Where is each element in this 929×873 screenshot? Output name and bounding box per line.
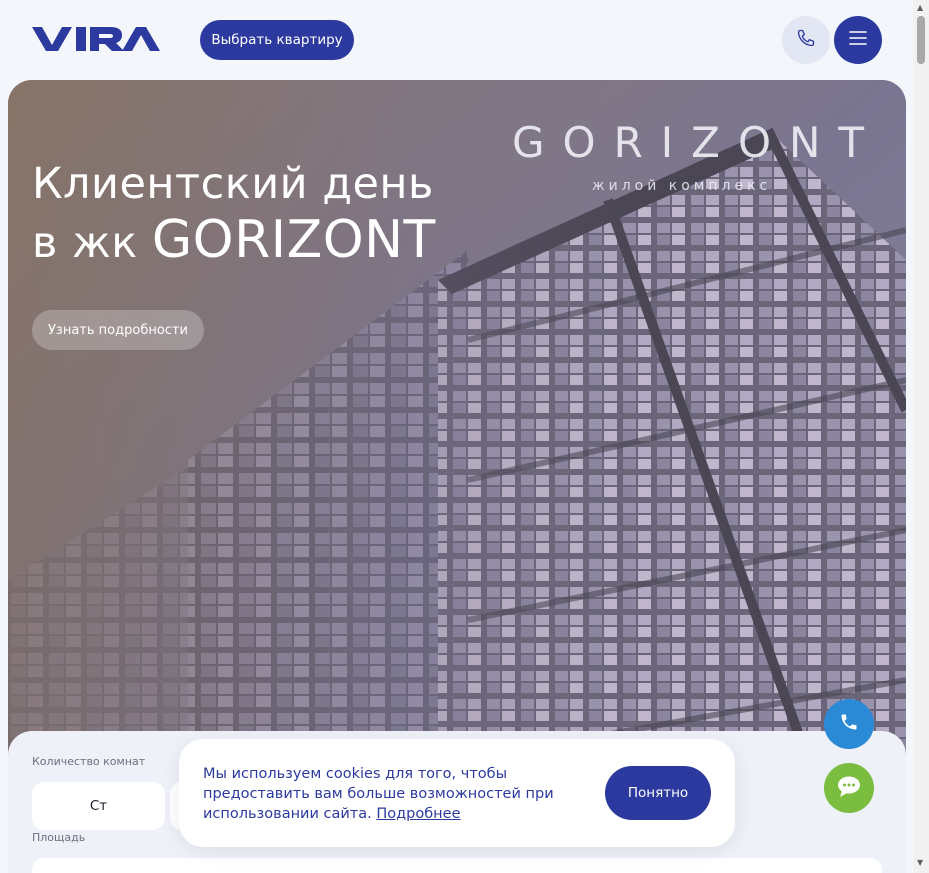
floating-chat-button[interactable] bbox=[824, 763, 874, 813]
gorizont-wordmark: GORIZONT bbox=[512, 118, 883, 167]
details-button[interactable]: Узнать подробности bbox=[32, 310, 204, 350]
chat-icon bbox=[836, 774, 862, 802]
gorizont-subtitle: жилой комплекс bbox=[592, 178, 772, 194]
phone-icon bbox=[796, 28, 816, 52]
cookie-banner: Мы используем cookies для того, чтобы пр… bbox=[179, 739, 735, 847]
hero-title-brand: GORIZONT bbox=[151, 210, 436, 270]
hero-title-line2: в жк GORIZONT bbox=[32, 212, 436, 271]
header-phone-button[interactable] bbox=[782, 16, 830, 64]
floating-call-button[interactable] bbox=[824, 699, 874, 749]
room-chip-studio[interactable]: Ст bbox=[32, 782, 165, 830]
page-scrollbar[interactable]: ▲ ▼ bbox=[913, 0, 929, 873]
phone-icon bbox=[839, 712, 859, 736]
scroll-thumb[interactable] bbox=[917, 16, 925, 64]
area-label: Площадь bbox=[32, 831, 86, 844]
rooms-label: Количество комнат bbox=[32, 755, 146, 768]
site-header: Выбрать квартиру bbox=[0, 0, 913, 80]
menu-button[interactable] bbox=[834, 16, 882, 64]
pick-apartment-button[interactable]: Выбрать квартиру bbox=[200, 20, 354, 60]
scroll-up-icon[interactable]: ▲ bbox=[917, 4, 923, 12]
cookie-more-link[interactable]: Подробнее bbox=[376, 806, 460, 822]
hero-title-prefix: в жк bbox=[32, 218, 152, 268]
menu-icon bbox=[848, 30, 868, 50]
hero-title: Клиентский день в жк GORIZONT bbox=[32, 156, 436, 271]
hero-title-line1: Клиентский день bbox=[32, 159, 434, 209]
cookie-accept-button[interactable]: Понятно bbox=[605, 766, 711, 820]
vira-logo[interactable] bbox=[32, 26, 160, 56]
area-range-field[interactable] bbox=[32, 858, 882, 873]
scroll-down-icon[interactable]: ▼ bbox=[917, 859, 923, 867]
cookie-text: Мы используем cookies для того, чтобы пр… bbox=[203, 764, 573, 824]
